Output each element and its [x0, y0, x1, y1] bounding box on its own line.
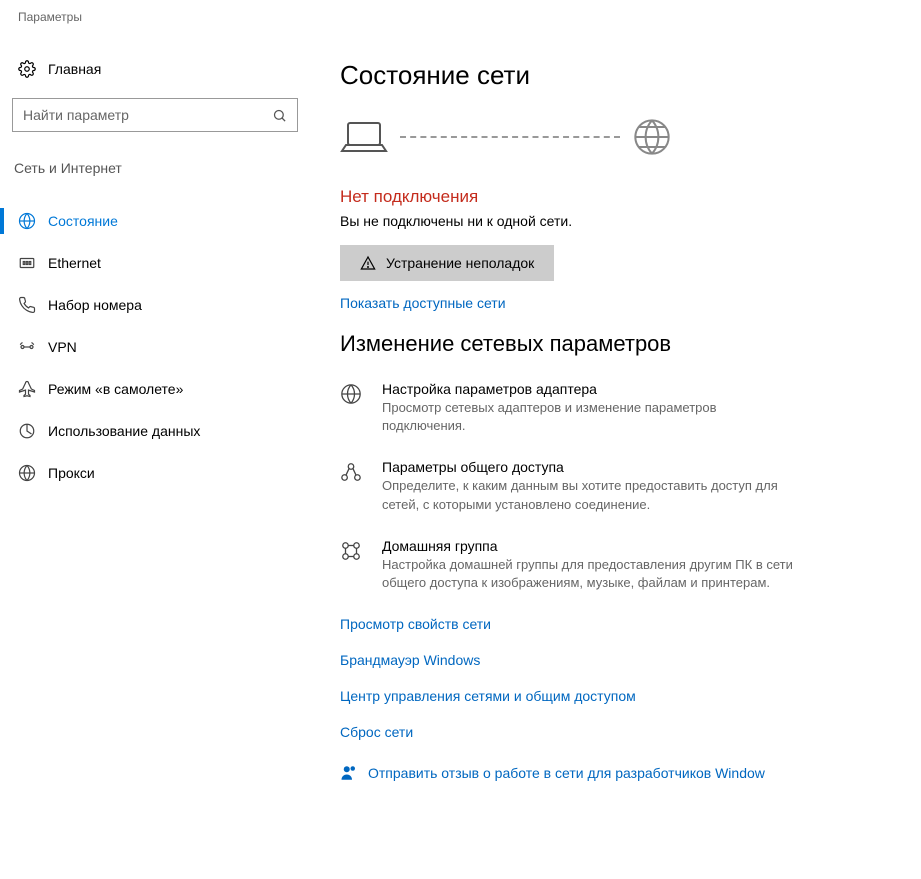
feedback-link[interactable]: Отправить отзыв о работе в сети для разр… — [340, 764, 881, 782]
row-title: Параметры общего доступа — [382, 459, 802, 475]
sidebar-item-label: Состояние — [48, 213, 118, 229]
sidebar-item-ethernet[interactable]: Ethernet — [0, 242, 310, 284]
change-settings-heading: Изменение сетевых параметров — [340, 331, 881, 357]
row-desc: Просмотр сетевых адаптеров и изменение п… — [382, 399, 802, 435]
ethernet-icon — [18, 254, 48, 272]
sidebar-home[interactable]: Главная — [0, 52, 310, 86]
network-center-link[interactable]: Центр управления сетями и общим доступом — [340, 688, 881, 704]
firewall-link[interactable]: Брандмауэр Windows — [340, 652, 881, 668]
globe-icon — [18, 212, 48, 230]
sidebar-item-label: Режим «в самолете» — [48, 381, 183, 397]
row-title: Домашняя группа — [382, 538, 802, 554]
status-error-title: Нет подключения — [340, 187, 881, 207]
feedback-label: Отправить отзыв о работе в сети для разр… — [368, 765, 765, 781]
sidebar-item-label: Ethernet — [48, 255, 101, 271]
sidebar-item-data-usage[interactable]: Использование данных — [0, 410, 310, 452]
page-title: Состояние сети — [340, 60, 881, 91]
network-diagram — [340, 117, 881, 157]
search-box[interactable] — [12, 98, 298, 132]
sharing-icon — [340, 459, 366, 513]
troubleshoot-label: Устранение неполадок — [386, 255, 534, 271]
airplane-icon — [18, 380, 48, 398]
sidebar-item-vpn[interactable]: VPN — [0, 326, 310, 368]
sidebar-item-label: Использование данных — [48, 423, 200, 439]
homegroup-row[interactable]: Домашняя группа Настройка домашней групп… — [340, 538, 881, 592]
sidebar-item-label: Прокси — [48, 465, 95, 481]
window-title: Параметры — [0, 0, 921, 30]
status-description: Вы не подключены ни к одной сети. — [340, 213, 881, 229]
search-input[interactable] — [23, 107, 272, 123]
main-content: Состояние сети Нет подключения Вы не под… — [310, 30, 921, 879]
data-usage-icon — [18, 422, 48, 440]
dotted-connection-line — [400, 136, 620, 138]
network-properties-link[interactable]: Просмотр свойств сети — [340, 616, 881, 632]
row-desc: Настройка домашней группы для предоставл… — [382, 556, 802, 592]
homegroup-icon — [340, 538, 366, 592]
sidebar-item-proxy[interactable]: Прокси — [0, 452, 310, 494]
vpn-icon — [18, 338, 48, 356]
search-icon — [272, 108, 287, 123]
troubleshoot-button[interactable]: Устранение неполадок — [340, 245, 554, 281]
show-networks-link[interactable]: Показать доступные сети — [340, 295, 881, 311]
globe-icon — [18, 464, 48, 482]
sidebar-home-label: Главная — [48, 61, 101, 77]
sidebar-item-label: VPN — [48, 339, 77, 355]
sidebar-item-airplane[interactable]: Режим «в самолете» — [0, 368, 310, 410]
gear-icon — [18, 60, 48, 78]
row-title: Настройка параметров адаптера — [382, 381, 802, 397]
sidebar-item-dialup[interactable]: Набор номера — [0, 284, 310, 326]
globe-diagram-icon — [632, 117, 672, 157]
sidebar-item-label: Набор номера — [48, 297, 142, 313]
sidebar: Главная Сеть и Интернет Состояние Ethern… — [0, 30, 310, 879]
warning-icon — [360, 255, 376, 271]
feedback-icon — [340, 764, 358, 782]
phone-icon — [18, 296, 48, 314]
adapter-settings-row[interactable]: Настройка параметров адаптера Просмотр с… — [340, 381, 881, 435]
globe-icon — [340, 381, 366, 435]
row-desc: Определите, к каким данным вы хотите пре… — [382, 477, 802, 513]
sidebar-section-title: Сеть и Интернет — [0, 152, 310, 184]
laptop-icon — [340, 117, 388, 157]
network-reset-link[interactable]: Сброс сети — [340, 724, 881, 740]
sidebar-item-status[interactable]: Состояние — [0, 200, 310, 242]
sharing-settings-row[interactable]: Параметры общего доступа Определите, к к… — [340, 459, 881, 513]
